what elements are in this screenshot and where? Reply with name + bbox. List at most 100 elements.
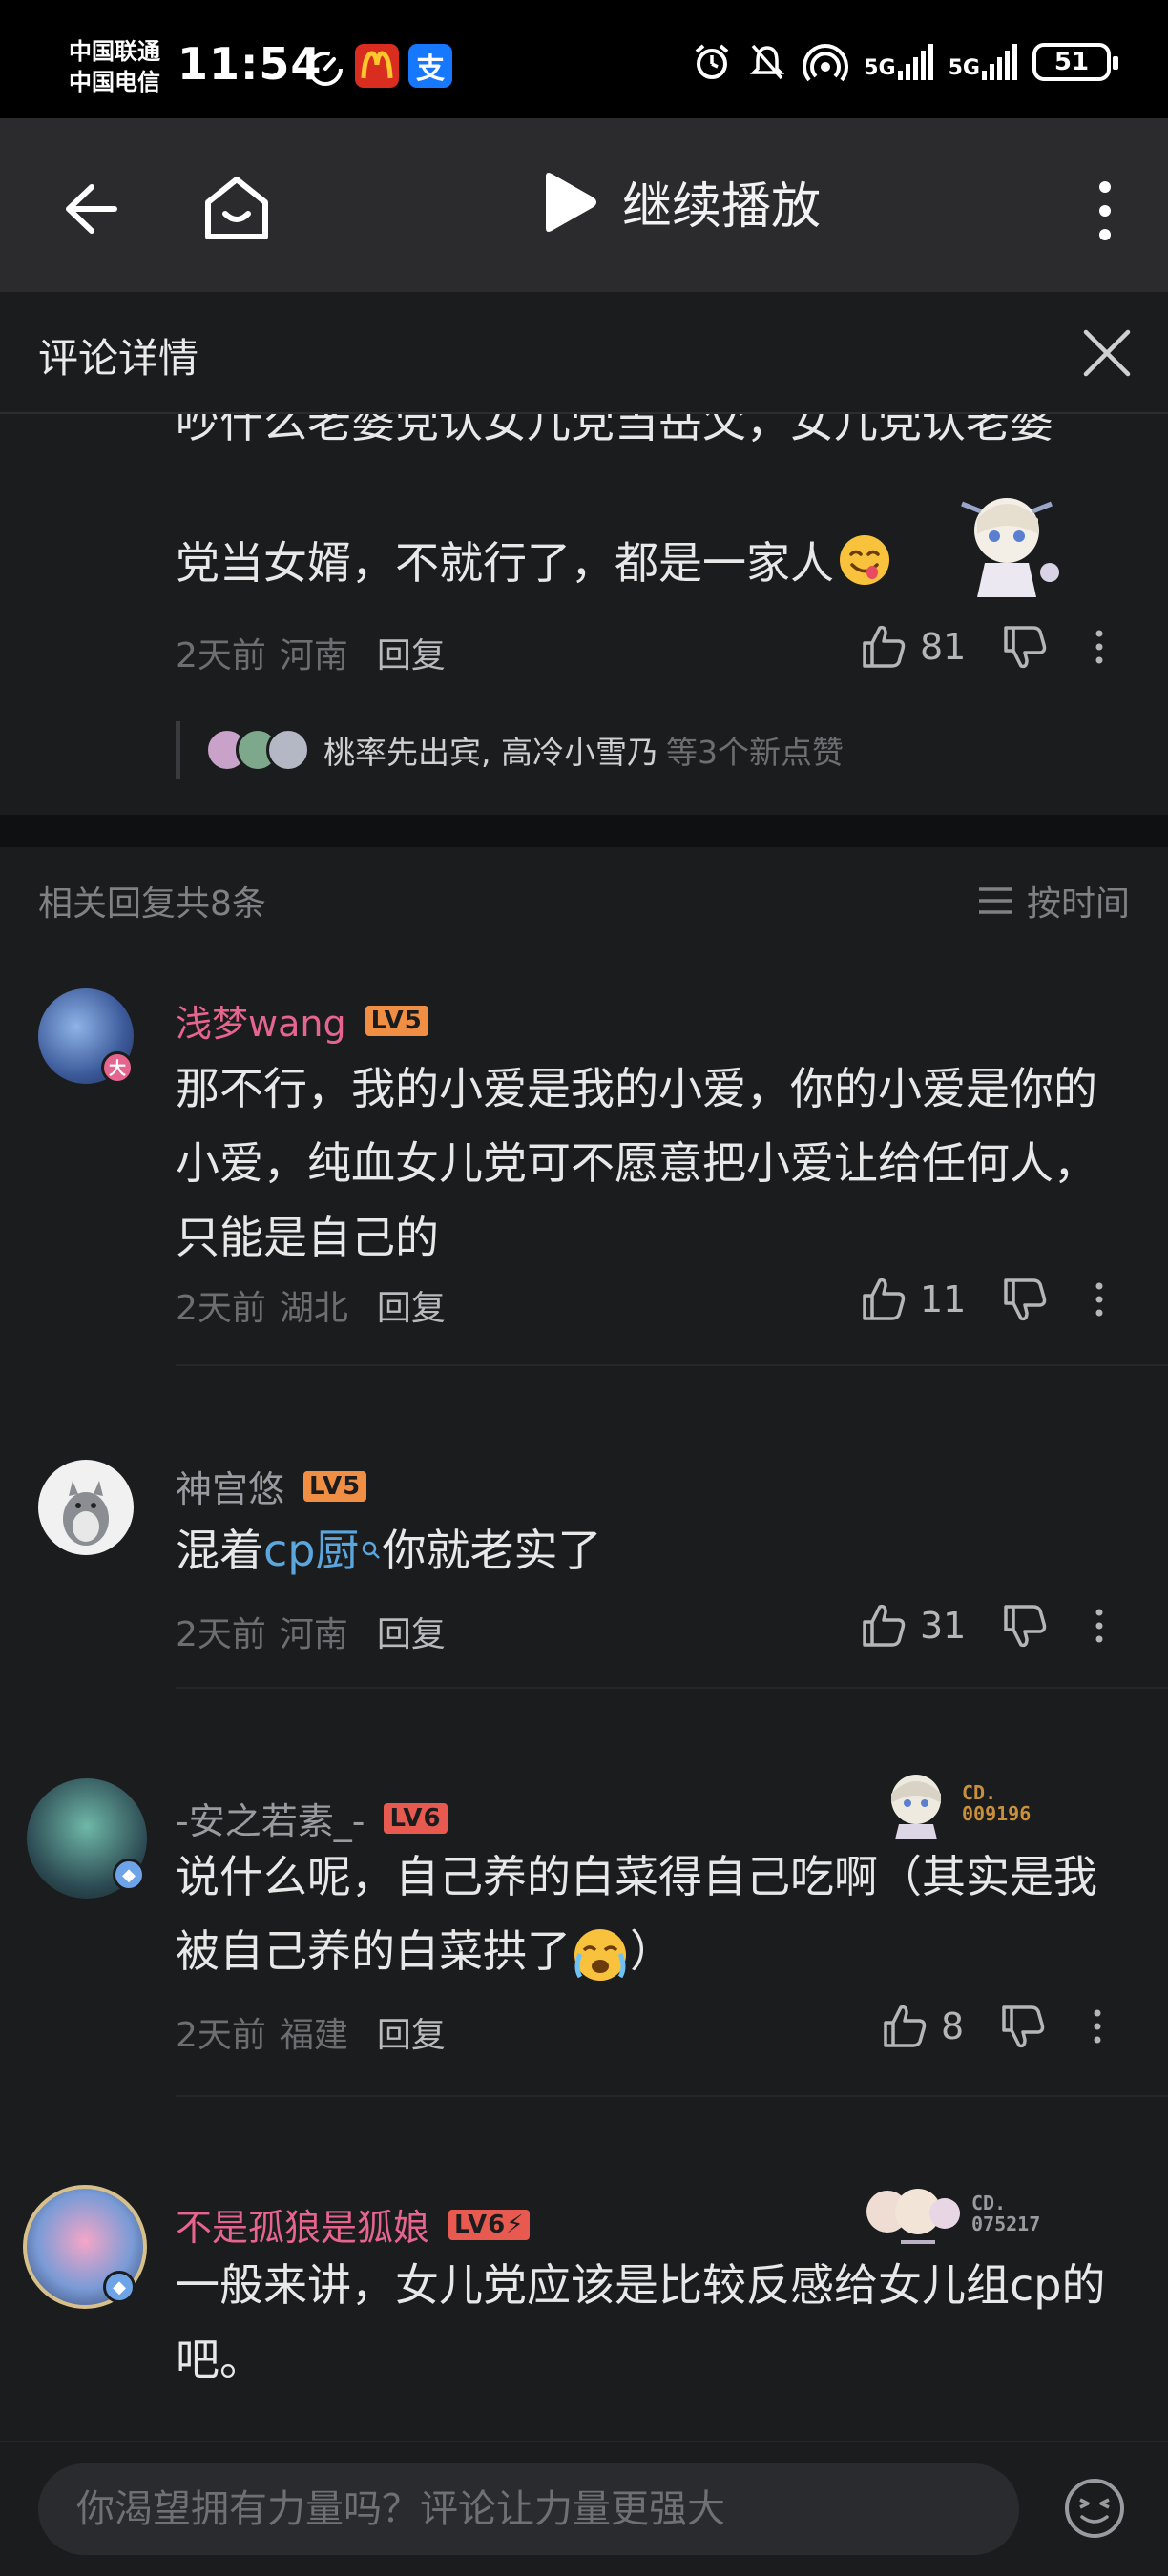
video-top-bar: 继续播放 bbox=[0, 118, 1168, 292]
dislike-icon[interactable] bbox=[1000, 1275, 1050, 1324]
clock: 11:54 bbox=[177, 38, 323, 90]
comment-input[interactable]: 你渴望拥有力量吗？评论让力量更强大 bbox=[38, 2463, 1019, 2555]
reply-actions: 8 bbox=[880, 2002, 1107, 2051]
battery-level: 51 bbox=[1053, 48, 1090, 76]
sticker-image bbox=[961, 498, 1059, 597]
sort-label: 按时间 bbox=[1026, 884, 1130, 924]
comment-location: 湖北 bbox=[279, 1289, 348, 1328]
like-icon[interactable] bbox=[859, 1601, 908, 1651]
signal-1: 5G bbox=[864, 44, 933, 80]
comment-input-bar: 你渴望拥有力量吗？评论让力量更强大 bbox=[0, 2441, 1168, 2576]
more-dots-icon[interactable] bbox=[1090, 622, 1109, 672]
main-comment-meta: 2天前 河南 回复 bbox=[176, 628, 446, 677]
fan-medal[interactable]: CD. 009196 bbox=[878, 1765, 1031, 1841]
avatar[interactable] bbox=[38, 1460, 134, 1555]
comment-time: 2天前 bbox=[176, 2016, 266, 2055]
like-icon[interactable] bbox=[880, 2002, 929, 2051]
fan-medal[interactable]: CD. 075217 bbox=[859, 2175, 1040, 2252]
crying-emoji-icon bbox=[574, 1928, 626, 1981]
fan-number-value: 009196 bbox=[962, 1802, 1032, 1825]
play-icon bbox=[546, 172, 596, 232]
liker-avatar bbox=[266, 728, 310, 772]
status-bar: 中国联通 中国电信 11:54 支 5G 5G 51 bbox=[0, 0, 1168, 118]
status-indicators: 5G 5G 51 bbox=[692, 42, 1118, 82]
reply-meta: 2天前 湖北 回复 bbox=[176, 1280, 446, 1330]
alipay-app-icon: 支 bbox=[408, 44, 452, 88]
username[interactable]: 不是孤狼是狐娘 bbox=[176, 2198, 429, 2251]
reply-meta: 2天前 福建 回复 bbox=[176, 2007, 446, 2057]
reply-actions: 11 bbox=[859, 1275, 1109, 1324]
battery-indicator: 51 bbox=[1032, 43, 1118, 81]
search-link[interactable]: cp厨 bbox=[263, 1525, 360, 1576]
main-comment-text: 党当女婿，不就行了，都是一家人 bbox=[176, 537, 834, 589]
fan-number: CD. 075217 bbox=[971, 2192, 1040, 2234]
reply-button[interactable]: 回复 bbox=[377, 1607, 446, 1656]
diamond-badge: ◆ bbox=[113, 1859, 145, 1891]
reply-button[interactable]: 回复 bbox=[377, 1280, 446, 1330]
comment-location: 福建 bbox=[279, 2016, 348, 2055]
liker-count-text: 等3个新点赞 bbox=[665, 734, 844, 771]
username[interactable]: -安之若素_- bbox=[176, 1792, 365, 1844]
reply-username-row: -安之若素_- LV6 bbox=[176, 1792, 448, 1844]
search-icon[interactable] bbox=[360, 1539, 383, 1566]
username[interactable]: 神宫悠 bbox=[176, 1460, 284, 1512]
main-comment-text-line2: 党当女婿，不就行了，都是一家人 bbox=[176, 529, 891, 592]
dislike-icon[interactable] bbox=[1000, 622, 1050, 672]
fan-medal-icon bbox=[891, 1775, 941, 1839]
reply-text: 那不行，我的小爱是我的小爱，你的小爱是你的小爱，纯血女儿党可不愿意把小爱让给任何… bbox=[176, 1063, 1097, 1263]
yum-emoji-icon bbox=[840, 535, 889, 585]
carrier-1: 中国联通 bbox=[69, 38, 160, 65]
more-options-icon[interactable] bbox=[1088, 177, 1122, 244]
carrier-2: 中国电信 bbox=[69, 69, 160, 95]
sort-by-time-button[interactable]: 按时间 bbox=[977, 876, 1130, 925]
liker-names: 桃率先出宾, 高冷小雪乃 bbox=[323, 734, 658, 771]
section-gap bbox=[0, 815, 1168, 847]
reply-text-end: ） bbox=[630, 1925, 674, 1977]
like-icon[interactable] bbox=[859, 622, 908, 672]
network-type-1: 5G bbox=[864, 56, 896, 80]
home-icon[interactable] bbox=[198, 170, 275, 246]
mute-icon bbox=[750, 44, 785, 80]
totoro-avatar-icon bbox=[63, 1481, 109, 1546]
reply-text: 混着cp厨 你就老实了 bbox=[176, 1513, 1139, 1588]
continue-play-label: 继续播放 bbox=[622, 178, 822, 236]
more-dots-icon[interactable] bbox=[1090, 1275, 1109, 1324]
network-type-2: 5G bbox=[948, 56, 980, 80]
username[interactable]: 浅梦wang bbox=[176, 994, 346, 1047]
page-title: 评论详情 bbox=[38, 335, 199, 382]
carrier-info: 中国联通 中国电信 bbox=[69, 36, 160, 97]
reply-username-row: 神宫悠 LV5 bbox=[176, 1460, 367, 1512]
divider bbox=[176, 1364, 1168, 1366]
like-icon[interactable] bbox=[859, 1275, 908, 1324]
reply-actions: 31 bbox=[859, 1601, 1109, 1651]
diamond-badge: ◆ bbox=[103, 2271, 136, 2303]
fan-number-prefix: CD. bbox=[971, 2192, 1007, 2214]
reply-button[interactable]: 回复 bbox=[377, 2007, 446, 2057]
level-badge: LV6⚡ bbox=[448, 2209, 531, 2240]
more-dots-icon[interactable] bbox=[1088, 2002, 1107, 2051]
more-dots-icon[interactable] bbox=[1090, 1601, 1109, 1651]
emoji-icon[interactable] bbox=[1061, 2475, 1128, 2542]
continue-play-button[interactable]: 继续播放 bbox=[540, 166, 821, 238]
reply-text-part: 混着 bbox=[176, 1525, 263, 1576]
level-badge: LV5 bbox=[303, 1470, 367, 1502]
list-sort-icon bbox=[978, 887, 1012, 914]
main-comment-text-line1: 吵什么老婆党认女儿党当岳父，女儿党认老婆 bbox=[176, 414, 1053, 447]
divider bbox=[176, 2095, 1168, 2097]
replies-list: 相关回复共8条 按时间 大 浅梦wang LV5 那不行，我的小爱是我的小爱，你… bbox=[0, 847, 1168, 2441]
level-badge: LV5 bbox=[365, 1005, 428, 1036]
like-count: 31 bbox=[920, 1605, 967, 1647]
dislike-icon[interactable] bbox=[998, 2002, 1048, 2051]
recent-likers[interactable]: 桃率先出宾, 高冷小雪乃 等3个新点赞 bbox=[176, 721, 844, 779]
reply-text: 一般来讲，女儿党应该是比较反感给女儿组cp的吧。 bbox=[176, 2259, 1106, 2385]
fan-number-value: 075217 bbox=[971, 2212, 1041, 2235]
reply-username-row: 浅梦wang LV5 bbox=[176, 994, 428, 1047]
close-icon[interactable] bbox=[1082, 328, 1132, 378]
back-arrow-icon[interactable] bbox=[55, 176, 122, 242]
like-count: 81 bbox=[920, 626, 967, 668]
level-badge: LV6 bbox=[384, 1802, 448, 1834]
comment-time: 2天前 bbox=[176, 1615, 266, 1654]
reply-button[interactable]: 回复 bbox=[377, 628, 446, 677]
dislike-icon[interactable] bbox=[1000, 1601, 1050, 1651]
reply-meta: 2天前 河南 回复 bbox=[176, 1607, 446, 1656]
